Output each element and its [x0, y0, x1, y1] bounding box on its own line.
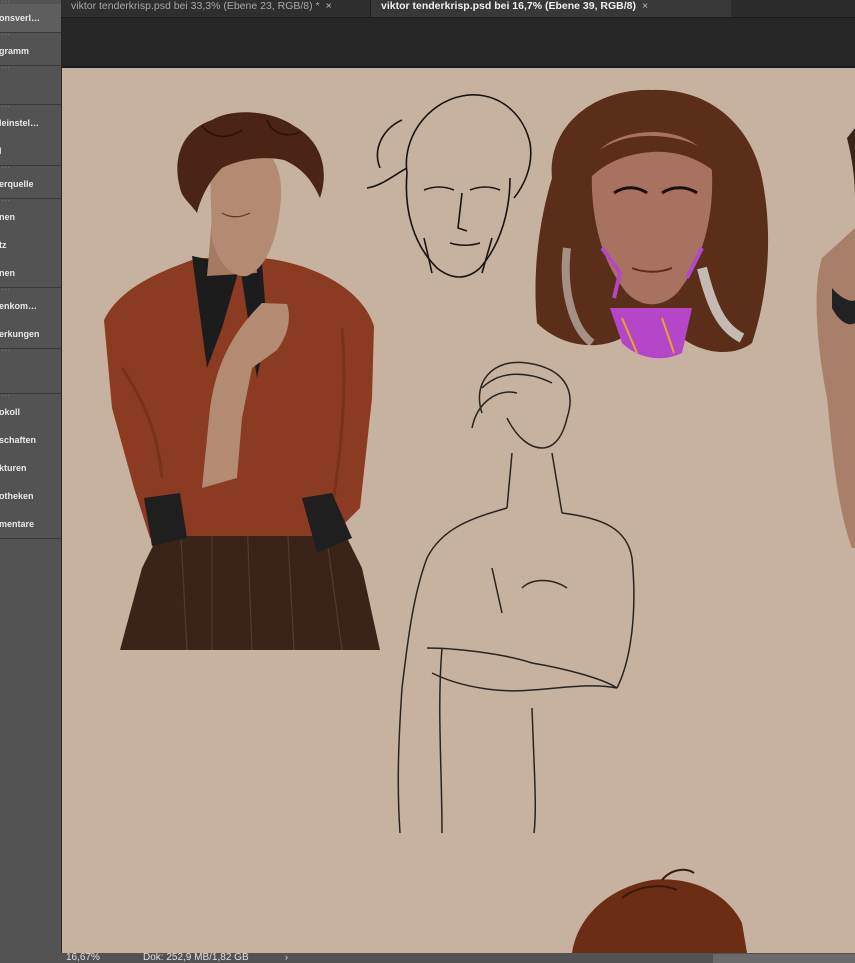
panel-item-layers[interactable]: nen	[0, 203, 61, 231]
panel-item-channels[interactable]: tz	[0, 231, 61, 259]
panel-grip[interactable]	[1, 166, 10, 170]
panel-label: enkom…	[0, 301, 38, 311]
chevron-right-icon[interactable]: ›	[285, 953, 288, 962]
panel-label: nen	[0, 268, 16, 278]
panel-grip[interactable]	[1, 349, 10, 353]
close-icon[interactable]: ×	[326, 0, 332, 12]
panel-group-2: gramm	[0, 33, 61, 66]
panel-item-history[interactable]: onsverl…	[0, 4, 61, 32]
partial-figure-right-edge	[816, 128, 855, 548]
panel-label: l	[0, 137, 2, 165]
panel-label: nen	[0, 212, 16, 222]
tab-label: viktor tenderkrisp.psd bei 33,3% (Ebene …	[71, 0, 320, 12]
panel-grip[interactable]	[1, 105, 10, 109]
panel-label: gramm	[0, 46, 30, 56]
panel-item-textures[interactable]: kturen	[0, 454, 61, 482]
document-tab-bar: viktor tenderkrisp.psd bei 33,3% (Ebene …	[61, 0, 855, 18]
zoom-readout[interactable]: 16,67%	[66, 953, 100, 963]
panel-item-paths[interactable]: nen	[0, 259, 61, 287]
panel-label: okoll	[0, 407, 21, 417]
panel-group-1: onsverl…	[0, 0, 61, 33]
panel-group-4: leinstel… l	[0, 105, 61, 166]
document-tab-1[interactable]: viktor tenderkrisp.psd bei 33,3% (Ebene …	[61, 0, 371, 17]
panel-item-empty[interactable]	[0, 353, 61, 393]
panel-item-clone-source[interactable]: erquelle	[0, 170, 61, 198]
panel-item-histogram[interactable]: gramm	[0, 37, 61, 65]
panel-label: leinstel…	[0, 118, 40, 128]
panel-grip[interactable]	[1, 288, 10, 292]
panel-item-protocol[interactable]: okoll	[0, 398, 61, 426]
tool-options-strip	[61, 18, 855, 68]
panel-group-8	[0, 349, 61, 394]
panel-grip[interactable]	[1, 199, 10, 203]
document-canvas[interactable]	[62, 68, 855, 953]
panel-group-9: okoll schaften kturen otheken mentare	[0, 394, 61, 539]
panel-label: erkungen	[0, 329, 40, 339]
panel-grip[interactable]	[1, 66, 10, 70]
panel-grip[interactable]	[1, 33, 10, 37]
status-bar: 16,67% Dok: 252,9 MB/1,82 GB ›	[61, 953, 855, 963]
panel-label: otheken	[0, 491, 34, 501]
panel-item-layer-comps[interactable]: enkom…	[0, 292, 61, 320]
panel-label: schaften	[0, 435, 37, 445]
panel-group-5: erquelle	[0, 166, 61, 199]
panel-item-tool-presets[interactable]: leinstel…	[0, 109, 61, 137]
tab-label: viktor tenderkrisp.psd bei 16,7% (Ebene …	[381, 0, 636, 12]
panel-item-properties[interactable]: schaften	[0, 426, 61, 454]
panel-grip[interactable]	[1, 394, 10, 398]
panel-label: erquelle	[0, 179, 34, 189]
colored-head-long-hair	[535, 89, 769, 359]
panel-item-notes[interactable]: erkungen	[0, 320, 61, 348]
panel-item-libraries[interactable]: otheken	[0, 482, 61, 510]
panel-grip[interactable]	[1, 0, 10, 4]
panel-item-comments[interactable]: mentare	[0, 510, 61, 538]
document-size-info: Dok: 252,9 MB/1,82 GB	[143, 953, 249, 963]
partial-head-bottom	[572, 868, 747, 953]
line-sketch-head	[366, 94, 532, 278]
sketch-artwork	[104, 89, 855, 953]
line-sketch-torso	[397, 361, 635, 834]
close-icon[interactable]: ×	[642, 0, 648, 12]
painted-figure	[104, 112, 380, 651]
panel-item-empty[interactable]	[0, 70, 61, 104]
panel-label: tz	[0, 240, 7, 250]
panel-label: kturen	[0, 463, 27, 473]
panel-dock: onsverl… gramm leinstel… l erquelle nen …	[0, 0, 62, 963]
panel-group-3	[0, 66, 61, 105]
horizontal-scrollbar[interactable]	[713, 954, 855, 963]
document-tab-2[interactable]: viktor tenderkrisp.psd bei 16,7% (Ebene …	[371, 0, 731, 17]
panel-label: onsverl…	[0, 13, 41, 23]
panel-item-brush[interactable]: l	[0, 137, 61, 165]
panel-label: mentare	[0, 519, 35, 529]
panel-group-6: nen tz nen	[0, 199, 61, 288]
panel-group-7: enkom… erkungen	[0, 288, 61, 349]
